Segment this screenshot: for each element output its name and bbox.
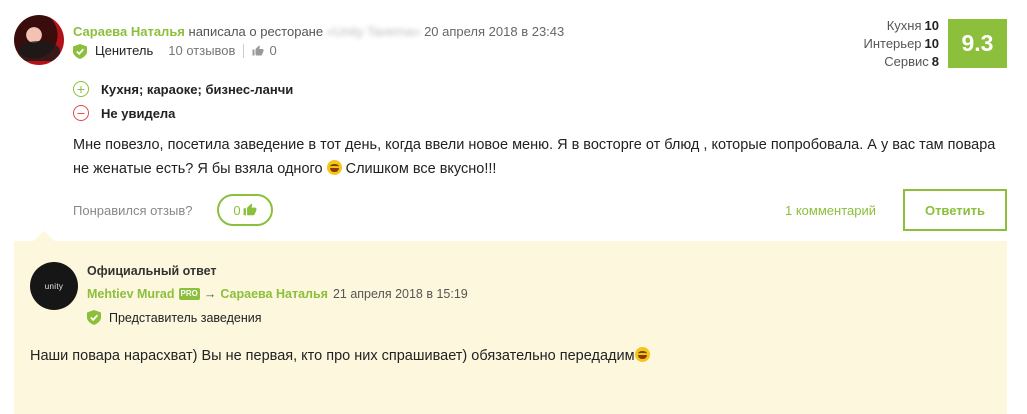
reply-meta: Mehtiev Murad PRO → Сараева Наталья 21 а…	[87, 287, 468, 301]
shield-check-icon	[73, 43, 87, 59]
pro-badge: PRO	[178, 288, 200, 300]
reply-date: 21 апреля 2018 в 15:19	[332, 287, 468, 301]
representative-label: Представитель заведения	[109, 310, 262, 325]
thumbs-up-icon	[243, 203, 257, 216]
score-row-service: Сервис 8	[864, 53, 939, 71]
arrow-icon: →	[203, 287, 217, 301]
like-button[interactable]: 0	[217, 194, 273, 226]
reply-recipient-link[interactable]: Сараева Наталья	[220, 287, 328, 301]
liked-question: Понравился отзыв?	[73, 203, 193, 218]
author-name-link[interactable]: Сараева Наталья	[73, 24, 185, 39]
score-label: Сервис	[884, 54, 929, 69]
review-date: 20 апреля 2018 в 23:43	[424, 24, 565, 39]
minus-circle-icon: −	[73, 105, 89, 121]
divider	[243, 44, 245, 58]
pros-row: + Кухня; караоке; бизнес-ланчи	[73, 81, 293, 97]
author-likes: 0	[252, 43, 277, 59]
plus-circle-icon: +	[73, 81, 89, 97]
official-reply-title: Официальный ответ	[87, 264, 217, 278]
official-reply-text-content: Наши повара нарасхват) Вы не первая, кто…	[30, 348, 635, 364]
representative-row: Представитель заведения	[87, 310, 261, 325]
official-reply-text: Наши повара нарасхват) Вы не первая, кто…	[30, 347, 650, 364]
rating-breakdown: Кухня 10 Интерьер 10 Сервис 8	[864, 17, 940, 71]
shield-check-icon	[87, 310, 101, 325]
score-label: Кухня	[886, 18, 922, 33]
score-value: 10	[924, 18, 939, 33]
review-text-part: Слишком все вкусно!!!	[341, 161, 497, 177]
pros-text: Кухня; караоке; бизнес-ланчи	[101, 81, 294, 97]
review-author-line: Сараева Наталья написала о ресторане «Un…	[73, 24, 564, 40]
cons-row: − Не увидела	[73, 105, 175, 121]
reply-author-link[interactable]: Mehtiev Murad	[87, 287, 175, 301]
laughing-emoji-icon	[326, 160, 342, 175]
reply-box-pointer	[33, 231, 55, 241]
author-rank: Ценитель	[95, 43, 154, 58]
score-row-interior: Интерьер 10	[864, 35, 940, 53]
author-badges: Ценитель 10 отзывов 0	[73, 43, 277, 59]
reply-button[interactable]: Ответить	[903, 189, 1007, 231]
author-avatar[interactable]	[14, 15, 64, 65]
author-reviews-count[interactable]: 10 отзывов	[168, 43, 235, 59]
comments-link[interactable]: 1 комментарий	[785, 203, 876, 218]
score-row-kitchen: Кухня 10	[864, 17, 939, 35]
wrote-label: написала о ресторане	[188, 24, 324, 39]
review-text: Мне повезло, посетила заведение в тот де…	[73, 133, 1013, 181]
score-label: Интерьер	[863, 36, 922, 51]
restaurant-avatar[interactable]: unity	[30, 262, 78, 310]
review-text-part: Мне повезло, посетила заведение в тот де…	[73, 137, 996, 177]
score-value: 8	[931, 54, 939, 69]
laughing-emoji-icon	[634, 347, 650, 362]
avatar-logo-text: unity	[44, 281, 64, 291]
thumbs-up-icon	[252, 45, 264, 56]
like-count: 0	[233, 202, 241, 218]
overall-score-badge: 9.3	[948, 19, 1007, 68]
cons-text: Не увидела	[101, 105, 176, 121]
restaurant-name-link[interactable]: «Unity Taverna»	[327, 24, 421, 39]
author-likes-count: 0	[269, 43, 277, 58]
score-value: 10	[924, 36, 939, 51]
